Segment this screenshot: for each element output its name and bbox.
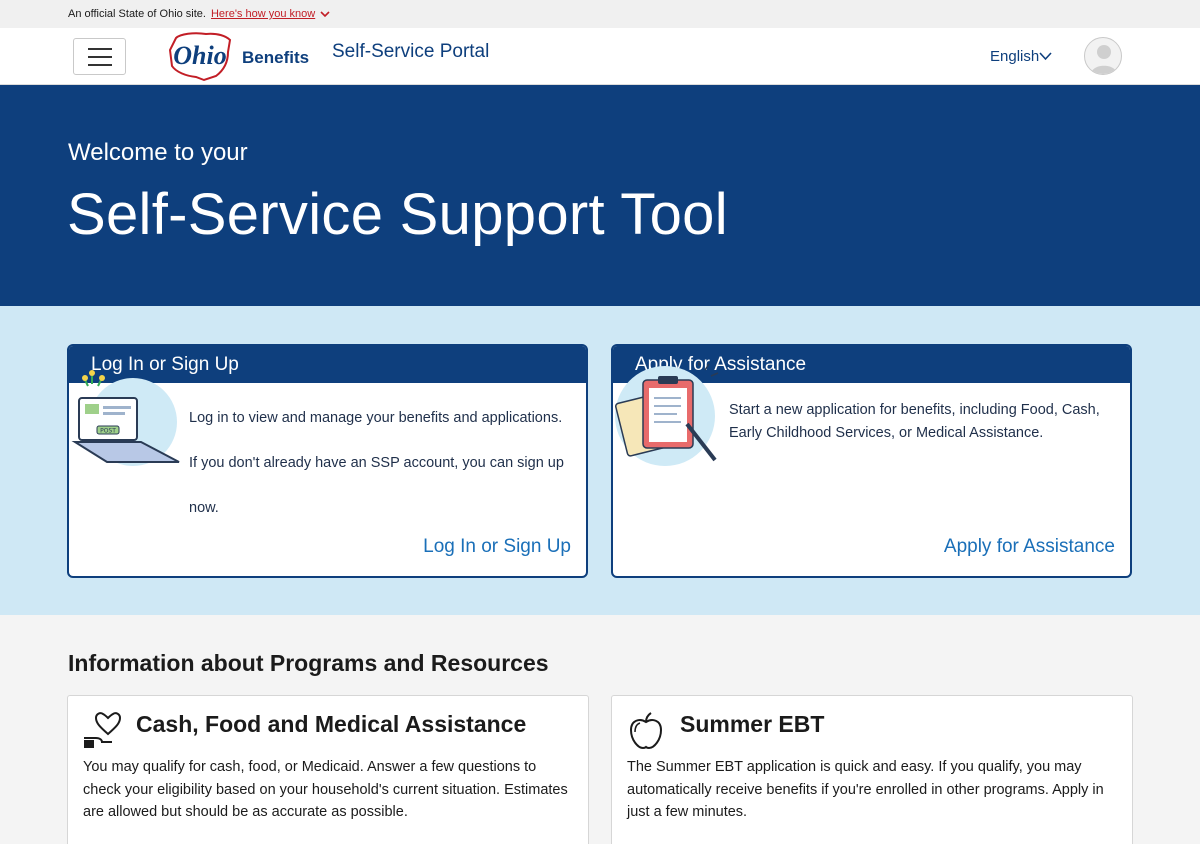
programs-section: Information about Programs and Resources… bbox=[0, 615, 1200, 844]
user-avatar[interactable] bbox=[1084, 37, 1122, 75]
menu-button[interactable] bbox=[73, 38, 126, 75]
how-you-know-link[interactable]: Here's how you know bbox=[211, 8, 330, 20]
program-description: You may qualify for cash, food, or Medic… bbox=[83, 759, 568, 820]
chevron-down-icon bbox=[1039, 52, 1052, 61]
login-text-line1: Log in to view and manage your benefits … bbox=[189, 410, 563, 426]
hamburger-icon bbox=[87, 47, 112, 66]
login-text-line2: If you don't already have an SSP account… bbox=[189, 455, 564, 471]
ohio-logo-text: Ohio bbox=[173, 41, 226, 70]
site-header: Ohio Benefits Self-Service Portal Englis… bbox=[0, 28, 1200, 85]
program-title: Summer EBT bbox=[680, 711, 825, 737]
apply-card: Apply for Assistance Start a new applica… bbox=[611, 344, 1132, 578]
program-title: Cash, Food and Medical Assistance bbox=[136, 711, 527, 737]
post-badge-text: POST bbox=[100, 428, 116, 435]
portal-title[interactable]: Self-Service Portal bbox=[332, 41, 489, 63]
apple-icon bbox=[629, 712, 663, 750]
hero-title: Self-Service Support Tool bbox=[67, 182, 728, 247]
heart-hand-icon bbox=[84, 712, 122, 748]
official-site-text: An official State of Ohio site. bbox=[68, 8, 206, 20]
action-cards-section: Log In or Sign Up POST Log in to view an… bbox=[0, 306, 1200, 615]
apply-link[interactable]: Apply for Assistance bbox=[944, 536, 1115, 558]
how-you-know-label: Here's how you know bbox=[210, 8, 316, 20]
user-icon bbox=[1091, 45, 1117, 74]
program-description: The Summer EBT application is quick and … bbox=[627, 759, 1104, 820]
program-card-summer-ebt[interactable]: Summer EBT The Summer EBT application is… bbox=[611, 695, 1133, 844]
chevron-down-icon bbox=[320, 10, 330, 17]
hero-banner: Welcome to your Self-Service Support Too… bbox=[0, 85, 1200, 306]
official-site-banner: An official State of Ohio site. Here's h… bbox=[0, 0, 1200, 28]
programs-heading: Information about Programs and Resources bbox=[68, 650, 549, 676]
laptop-illustration: POST bbox=[71, 370, 180, 466]
language-label: English bbox=[990, 48, 1040, 65]
login-text-line3: now. bbox=[189, 500, 219, 516]
ohio-logo-icon: Ohio bbox=[168, 32, 232, 82]
hero-subtitle: Welcome to your bbox=[68, 139, 248, 166]
clipboard-illustration bbox=[615, 362, 719, 466]
benefits-label: Benefits bbox=[242, 48, 310, 67]
program-card-cash-food-medical[interactable]: Cash, Food and Medical Assistance You ma… bbox=[67, 695, 589, 844]
apply-text: Start a new application for benefits, in… bbox=[729, 402, 1100, 441]
language-selector[interactable]: English bbox=[990, 48, 1052, 65]
ohio-benefits-logo[interactable]: Ohio Benefits bbox=[166, 30, 309, 82]
login-link[interactable]: Log In or Sign Up bbox=[423, 536, 571, 558]
login-card: Log In or Sign Up POST Log in to view an… bbox=[67, 344, 588, 578]
